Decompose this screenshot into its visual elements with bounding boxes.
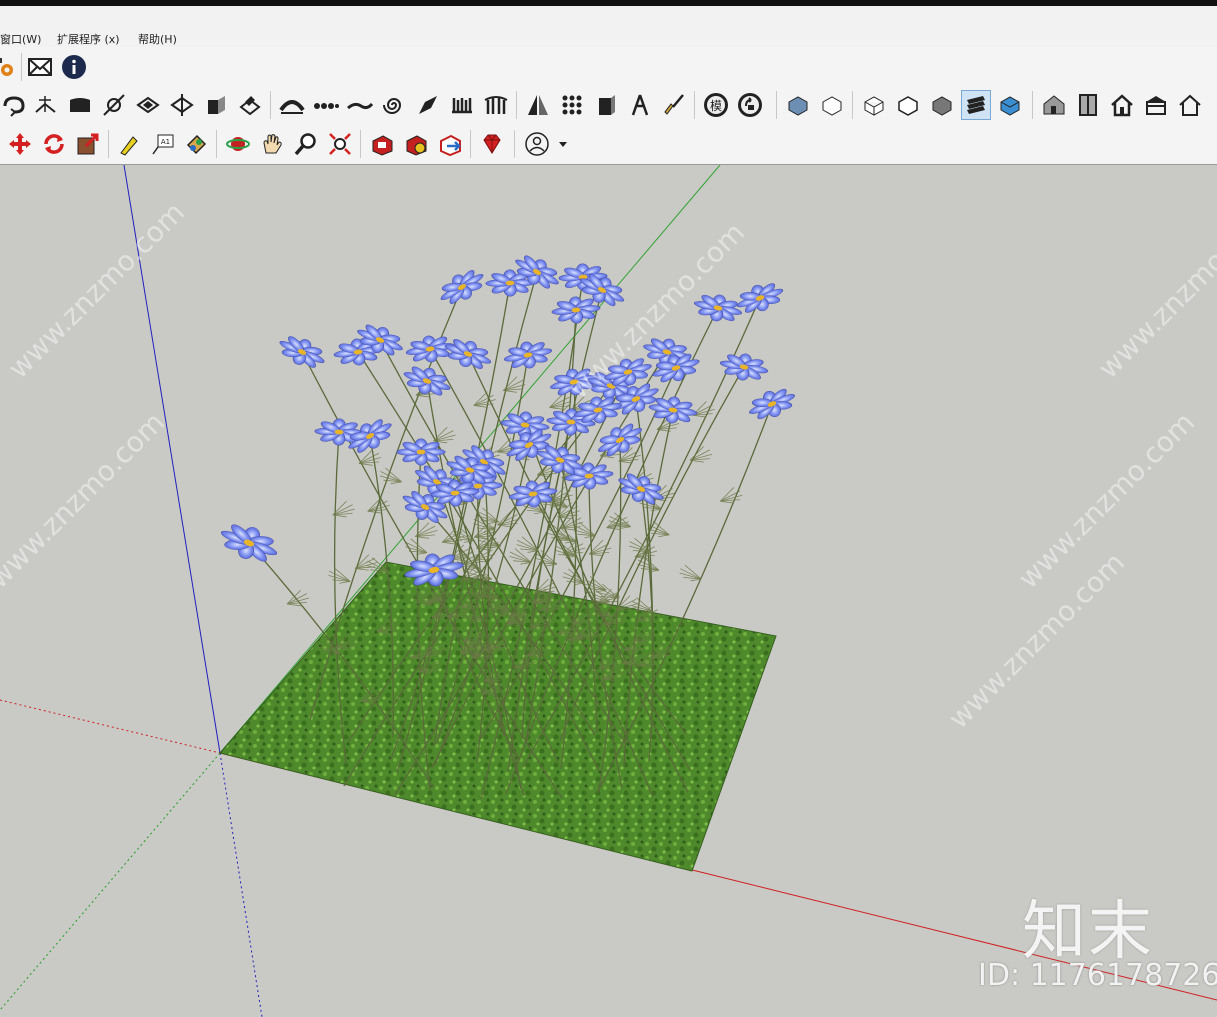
refresh-icon[interactable] — [736, 91, 764, 119]
email-icon[interactable] — [26, 53, 54, 81]
rotate-icon[interactable] — [40, 130, 68, 158]
curve-icon[interactable] — [346, 91, 374, 119]
top-view-icon[interactable] — [818, 91, 846, 119]
right-view-icon[interactable] — [894, 91, 922, 119]
pan-icon[interactable] — [258, 130, 286, 158]
columns-icon[interactable] — [482, 91, 510, 119]
flower-head — [719, 353, 769, 381]
user-icon[interactable] — [522, 130, 572, 158]
orbit-icon[interactable] — [224, 130, 252, 158]
grid-icon[interactable] — [558, 91, 586, 119]
flower-head — [749, 388, 795, 420]
move-icon[interactable] — [6, 130, 34, 158]
flower-center — [416, 449, 426, 455]
flower-head — [403, 366, 451, 396]
flower-head — [279, 336, 325, 368]
info-icon[interactable] — [60, 53, 88, 81]
svg-text:A1: A1 — [161, 138, 170, 146]
face-icon[interactable] — [66, 91, 94, 119]
back-view-icon[interactable] — [928, 91, 956, 119]
leaf — [339, 581, 351, 584]
menu-help[interactable]: 帮助(H) — [138, 31, 177, 47]
flower-head — [396, 438, 446, 466]
leaf — [619, 526, 631, 529]
leaf — [658, 534, 670, 538]
red-axis-negative — [0, 699, 221, 754]
paint-bucket-icon[interactable] — [182, 130, 210, 158]
settings-icon[interactable] — [0, 53, 20, 81]
roof-icon[interactable] — [1142, 91, 1170, 119]
leaf — [549, 407, 564, 410]
blue-axis-negative — [219, 752, 263, 1017]
menu-bar: 窗口(W) 扩展程序 (x) 帮助(H) — [0, 6, 1217, 47]
door-icon[interactable] — [1074, 91, 1102, 119]
shovel-icon[interactable] — [414, 91, 442, 119]
leaf — [692, 414, 707, 418]
split-icon[interactable] — [168, 91, 196, 119]
leaf — [720, 500, 734, 504]
green-axis-negative — [0, 752, 221, 1011]
chain-icon[interactable] — [312, 91, 340, 119]
zoom-extents-icon[interactable] — [326, 130, 354, 158]
arc-icon[interactable] — [278, 91, 306, 119]
flip-icon[interactable] — [134, 91, 162, 119]
leaf — [487, 521, 499, 525]
leaf — [442, 541, 456, 545]
layers-icon[interactable] — [961, 90, 991, 120]
zoom-icon[interactable] — [292, 130, 320, 158]
flower-head — [220, 524, 278, 562]
toolbar-row-2: 模 — [0, 87, 1217, 124]
eraser-icon[interactable] — [236, 91, 264, 119]
menu-window[interactable]: 窗口(W) — [0, 31, 41, 47]
svg-text:www.znzmo.com: www.znzmo.com — [2, 196, 191, 385]
home-icon[interactable] — [1108, 91, 1136, 119]
leaf — [355, 568, 369, 571]
house-icon[interactable] — [1040, 91, 1068, 119]
shaded-icon[interactable] — [996, 91, 1024, 119]
flower-head — [440, 270, 484, 304]
leaf — [390, 481, 402, 485]
follow-me-icon[interactable] — [0, 91, 28, 119]
text-icon[interactable]: A1 — [148, 130, 176, 158]
extension-icon[interactable] — [402, 130, 430, 158]
outline-house-icon[interactable] — [1176, 91, 1204, 119]
share-icon[interactable] — [436, 130, 464, 158]
toolbar-row-3: A1 — [0, 124, 1217, 165]
brush-icon[interactable] — [660, 91, 688, 119]
leaf — [286, 603, 301, 607]
leaf — [607, 597, 619, 601]
flower-head — [694, 294, 742, 322]
model-icon[interactable]: 模 — [702, 91, 730, 119]
compass-icon[interactable] — [626, 91, 654, 119]
ruby-icon[interactable] — [478, 130, 506, 158]
line-tool-icon[interactable] — [100, 91, 128, 119]
svg-text:模: 模 — [710, 99, 722, 113]
leaf — [546, 563, 558, 567]
comb-icon[interactable] — [448, 91, 476, 119]
flower-head — [503, 341, 553, 369]
leaf — [358, 463, 373, 466]
svg-text:www.znzmo.com: www.znzmo.com — [1092, 196, 1217, 385]
front-view-icon[interactable] — [860, 91, 888, 119]
iso-view-icon[interactable] — [784, 91, 812, 119]
intersect-icon[interactable] — [32, 91, 60, 119]
leaf — [473, 405, 488, 408]
menu-extensions[interactable]: 扩展程序 (x) — [57, 31, 120, 47]
leaf — [561, 527, 575, 531]
toolbar-row-1 — [0, 47, 1217, 87]
tape-measure-icon[interactable] — [114, 130, 142, 158]
flower-head — [444, 339, 492, 369]
spiral-icon[interactable] — [380, 91, 408, 119]
box-icon[interactable] — [202, 91, 230, 119]
mirror-icon[interactable] — [524, 91, 552, 119]
svg-text:www.znzmo.com: www.znzmo.com — [0, 406, 171, 595]
block-icon[interactable] — [592, 91, 620, 119]
watermark-id: ID: 1176178726 — [978, 958, 1217, 993]
scale-icon[interactable] — [74, 130, 102, 158]
warehouse-icon[interactable] — [368, 130, 396, 158]
